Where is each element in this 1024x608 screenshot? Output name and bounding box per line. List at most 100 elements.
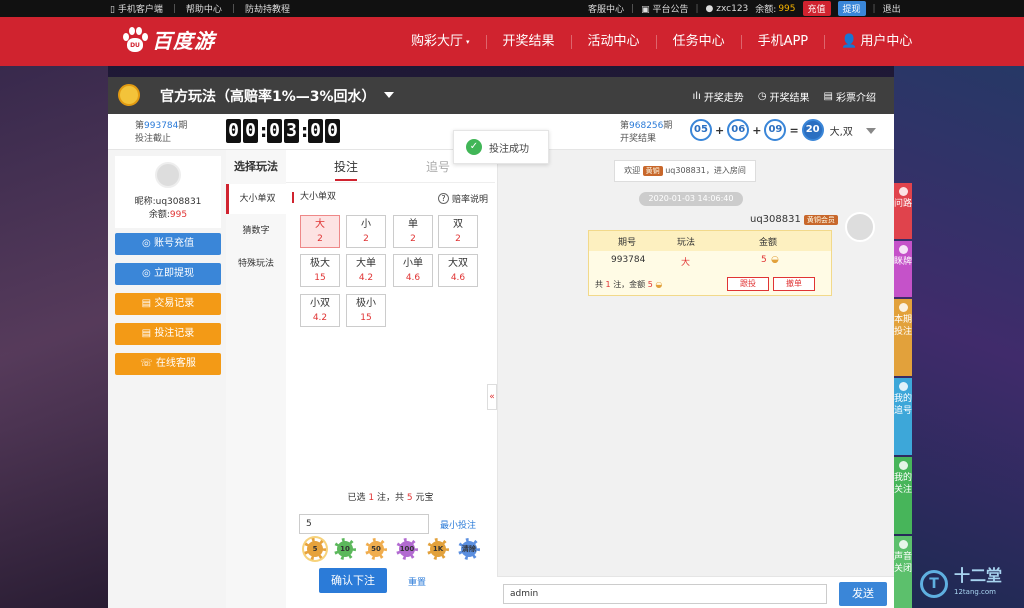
option-small[interactable]: 小2 bbox=[346, 215, 386, 248]
mobile-client-link[interactable]: ▯ 手机客户端 bbox=[110, 2, 163, 15]
nav-user-center[interactable]: 👤 用户中心 bbox=[825, 34, 928, 49]
timer-digit: 0 bbox=[243, 119, 258, 143]
bar-chart-icon: ılı bbox=[692, 91, 701, 102]
logo-text: 百度游 bbox=[152, 29, 215, 53]
option-even[interactable]: 双2 bbox=[438, 215, 478, 248]
sidebar-my-follows[interactable]: 我的关注 bbox=[894, 457, 912, 534]
sidebar-my-chase[interactable]: 我的追号 bbox=[894, 378, 912, 455]
recharge-button[interactable]: 充值 bbox=[802, 1, 831, 16]
timer-digit: 0 bbox=[267, 119, 282, 143]
sidebar-sound-off[interactable]: 声音关闭 bbox=[894, 536, 912, 608]
active-tab-underline bbox=[335, 179, 357, 181]
anti-hijack-link[interactable]: 防劫持教程 bbox=[245, 2, 290, 15]
chat-room: 欢迎 黄铜 uq308831，进入房间 2020-01-03 14:06:40 … bbox=[497, 150, 894, 608]
sidebar-current-bets[interactable]: 本期投注 bbox=[894, 299, 912, 376]
game-title[interactable]: 官方玩法（高赔率1%—3%回水） bbox=[160, 86, 376, 106]
check-circle-icon: ✓ bbox=[466, 139, 482, 155]
timer-colon: : bbox=[260, 120, 268, 142]
history-dropdown-icon[interactable] bbox=[866, 128, 876, 134]
user-menu[interactable]: ● zxc123 bbox=[706, 4, 749, 14]
timer-digit: 0 bbox=[308, 119, 323, 143]
phone-icon: ▯ bbox=[110, 5, 115, 15]
watermark-logo-icon: T bbox=[920, 570, 948, 598]
background-right bbox=[894, 66, 1024, 608]
bookmark-icon bbox=[898, 461, 908, 470]
account-recharge-button[interactable]: ◎ 账号充值 bbox=[115, 233, 221, 255]
nav-lottery-hall[interactable]: 购彩大厅 ▾ bbox=[395, 34, 487, 49]
option-small-even[interactable]: 小双 4.2 bbox=[300, 294, 340, 327]
separator: | bbox=[172, 3, 176, 14]
min-bet-link[interactable]: 最小投注 bbox=[440, 518, 476, 531]
current-issue: 第993784期 投注截止 bbox=[135, 121, 188, 144]
chat-input-bar: admin 发送 bbox=[497, 576, 894, 608]
option-small-odd[interactable]: 小单 4.6 bbox=[393, 254, 433, 287]
option-odd[interactable]: 单2 bbox=[393, 215, 433, 248]
ingot-icon: ◒ bbox=[771, 255, 779, 265]
chip-50[interactable]: 50 bbox=[365, 538, 387, 560]
separator: | bbox=[695, 3, 699, 14]
chip-100[interactable]: 100 bbox=[396, 538, 418, 560]
user-nickname: uq308831 bbox=[155, 197, 202, 207]
background-left bbox=[0, 66, 108, 608]
chip-1k[interactable]: 1K bbox=[427, 538, 449, 560]
bet-amount-input[interactable]: 5 bbox=[299, 514, 429, 534]
chevron-down-icon[interactable] bbox=[384, 92, 394, 98]
send-button[interactable]: 发送 bbox=[839, 582, 887, 606]
logout-link[interactable]: 退出 bbox=[883, 2, 901, 15]
option-big[interactable]: 大2 bbox=[300, 215, 340, 248]
game-title-bar: 官方玩法（高赔率1%—3%回水） ılı 开奖走势 ◷ 开奖结果 ▤ 彩票介绍 bbox=[108, 77, 894, 114]
play-type-big-small[interactable]: 大小单双 bbox=[226, 184, 286, 214]
timer-digit: 0 bbox=[325, 119, 340, 143]
option-extreme-big[interactable]: 极大 15 bbox=[300, 254, 340, 287]
site-header: DU 百度游 购彩大厅 ▾ 开奖结果 活动中心 任务中心 手机APP 👤 用户中心 bbox=[0, 17, 1024, 66]
collapse-chat-button[interactable]: « bbox=[487, 384, 497, 410]
nav-results[interactable]: 开奖结果 bbox=[487, 34, 572, 49]
reset-button[interactable]: 重置 bbox=[408, 575, 426, 588]
transaction-records-button[interactable]: ▤ 交易记录 bbox=[115, 293, 221, 315]
speaker-icon bbox=[898, 540, 908, 549]
announcement-link[interactable]: ▣ 平台公告 bbox=[641, 2, 688, 15]
chip-10[interactable]: 10 bbox=[334, 538, 356, 560]
timer-digit: 3 bbox=[284, 119, 299, 143]
nav-mobile-app[interactable]: 手机APP bbox=[742, 34, 826, 49]
tab-chase[interactable]: 追号 bbox=[426, 158, 450, 175]
nav-tasks[interactable]: 任务中心 bbox=[657, 34, 742, 49]
user-balance: 995 bbox=[169, 210, 188, 220]
odds-note-link[interactable]: ? 赔率说明 bbox=[438, 192, 488, 205]
cancel-bet-button[interactable]: 撤单 bbox=[773, 277, 815, 291]
customer-service-link[interactable]: 客服中心 bbox=[588, 2, 624, 15]
chip-5[interactable]: 5 bbox=[304, 538, 326, 560]
main-nav: 购彩大厅 ▾ 开奖结果 活动中心 任务中心 手机APP 👤 用户中心 bbox=[395, 17, 928, 66]
option-big-even[interactable]: 大双 4.6 bbox=[438, 254, 478, 287]
follow-bet-button[interactable]: 跟投 bbox=[727, 277, 769, 291]
play-type-special[interactable]: 特殊玩法 bbox=[226, 249, 286, 279]
balance-value: 995 bbox=[778, 3, 796, 14]
section-title: 大小单双 bbox=[292, 192, 336, 203]
play-type-guess-number[interactable]: 猜数字 bbox=[226, 216, 286, 246]
online-service-button[interactable]: ☏ 在线客服 bbox=[115, 353, 221, 375]
withdraw-now-button[interactable]: ◎ 立即提现 bbox=[115, 263, 221, 285]
bet-summary: 已选 1 注，共 5 元宝 bbox=[347, 493, 434, 503]
nav-activity[interactable]: 活动中心 bbox=[572, 34, 657, 49]
help-center-link[interactable]: 帮助中心 bbox=[186, 2, 222, 15]
confirm-bet-button[interactable]: 确认下注 bbox=[319, 568, 387, 593]
avatar bbox=[155, 162, 181, 188]
chip-clear[interactable]: 清除 bbox=[458, 538, 480, 560]
sidebar-squeeze-card[interactable]: 眯牌 bbox=[894, 241, 912, 297]
sidebar-ask-road[interactable]: 问路 bbox=[894, 183, 912, 239]
result-ball: 09 bbox=[764, 119, 787, 141]
logo-badge: DU bbox=[127, 37, 143, 52]
option-big-odd[interactable]: 大单 4.2 bbox=[346, 254, 386, 287]
results-link[interactable]: ◷ 开奖结果 bbox=[758, 89, 810, 104]
trend-link[interactable]: ılı 开奖走势 bbox=[692, 89, 743, 104]
separator: | bbox=[631, 3, 635, 14]
option-extreme-small[interactable]: 极小 15 bbox=[346, 294, 386, 327]
intro-link[interactable]: ▤ 彩票介绍 bbox=[824, 89, 876, 104]
chat-input[interactable]: admin bbox=[503, 584, 827, 604]
withdraw-button[interactable]: 提现 bbox=[837, 1, 866, 16]
site-logo[interactable]: DU 百度游 bbox=[122, 25, 215, 54]
balance-label: 余额: bbox=[755, 5, 777, 15]
bet-records-button[interactable]: ▤ 投注记录 bbox=[115, 323, 221, 345]
result-ball: 05 bbox=[690, 119, 712, 141]
tab-bet[interactable]: 投注 bbox=[334, 158, 358, 175]
